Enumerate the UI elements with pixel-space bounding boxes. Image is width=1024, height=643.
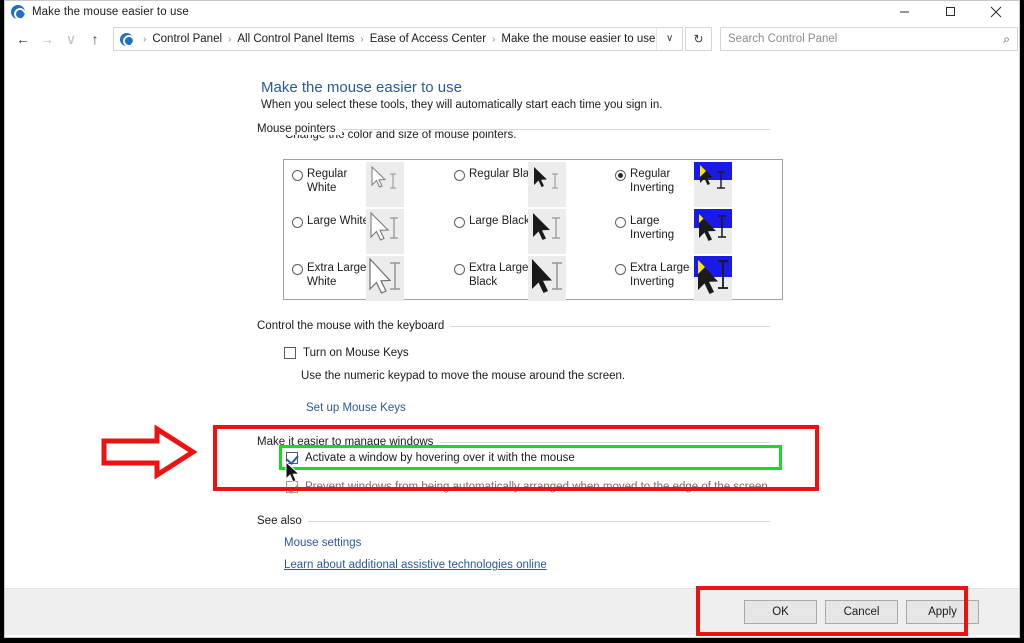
ok-button[interactable]: OK — [744, 600, 817, 624]
radio-large-black[interactable] — [454, 217, 465, 228]
search-placeholder: Search Control Panel — [728, 33, 838, 45]
pointer-preview-large-black — [528, 209, 566, 254]
radio-regular-white[interactable] — [292, 170, 303, 181]
radio-regular-black[interactable] — [454, 170, 465, 181]
pointer-preview-extra-large-black — [528, 256, 566, 301]
breadcrumb-separator: › — [360, 33, 364, 45]
breadcrumb-separator: › — [492, 33, 496, 45]
breadcrumb-item-current[interactable]: Make the mouse easier to use — [500, 33, 656, 45]
recent-locations-icon[interactable]: ∨ — [59, 26, 83, 52]
pointer-preview-extra-large-white — [366, 256, 404, 301]
mouse-pointer-options-panel: Regular White Large White Extra Large Wh… — [283, 159, 783, 301]
checkbox-turn-on-mouse-keys[interactable] — [284, 347, 296, 359]
content-area: Make the mouse easier to use When you se… — [5, 56, 1019, 588]
group-label-keyboard: Control the mouse with the keyboard — [257, 320, 451, 332]
window-title: Make the mouse easier to use — [32, 5, 189, 18]
mouse-keys-checkbox-row[interactable]: Turn on Mouse Keys — [284, 347, 409, 359]
pointer-preview-regular-black — [528, 162, 566, 207]
breadcrumb-separator: › — [143, 33, 147, 45]
radio-extra-large-white[interactable] — [292, 264, 303, 275]
breadcrumb[interactable]: › Control Panel › All Control Panel Item… — [113, 27, 683, 51]
breadcrumb-item-control-panel[interactable]: Control Panel — [151, 33, 223, 45]
cancel-button[interactable]: Cancel — [825, 600, 898, 624]
pointer-preview-large-inverting — [694, 209, 732, 254]
minimize-button[interactable] — [881, 1, 927, 22]
back-icon[interactable]: ← — [11, 26, 35, 52]
pointer-label: Large Inverting — [630, 215, 675, 241]
checkbox-activate-window-on-hover[interactable] — [286, 452, 298, 464]
chevron-down-icon[interactable]: ∨ — [656, 28, 682, 50]
pointer-preview-regular-inverting — [694, 162, 732, 207]
up-icon[interactable]: ↑ — [83, 26, 107, 52]
page-subtitle: When you select these tools, they will a… — [261, 99, 663, 111]
group-label-manage-windows: Make it easier to manage windows — [257, 436, 440, 448]
refresh-icon[interactable]: ↻ — [685, 27, 712, 51]
group-label-see-also: See also — [257, 515, 308, 527]
footer-button-row: OK Cancel Apply — [744, 600, 979, 624]
checkbox-prevent-auto-arrange[interactable] — [286, 481, 298, 493]
group-rule — [429, 442, 770, 443]
group-rule — [335, 129, 770, 130]
mouse-keys-hint: Use the numeric keypad to move the mouse… — [301, 370, 626, 382]
breadcrumb-root-icon — [120, 32, 133, 46]
checkbox-label: Prevent windows from being automatically… — [305, 481, 768, 493]
title-bar: Make the mouse easier to use — [5, 1, 1019, 22]
group-label-mouse-pointers: Mouse pointers — [257, 123, 342, 135]
dialog-footer: OK Cancel Apply — [5, 588, 1019, 635]
activate-window-checkbox-row[interactable]: Activate a window by hovering over it wi… — [286, 452, 575, 464]
page-title: Make the mouse easier to use — [261, 79, 462, 96]
forward-icon[interactable]: → — [35, 26, 59, 52]
link-assistive-technologies[interactable]: Learn about additional assistive technol… — [284, 559, 547, 571]
link-set-up-mouse-keys[interactable]: Set up Mouse Keys — [306, 402, 406, 414]
radio-large-inverting[interactable] — [615, 217, 626, 228]
pointer-preview-large-white — [366, 209, 404, 254]
pointer-label: Regular Inverting — [630, 168, 675, 194]
close-button[interactable] — [973, 1, 1019, 22]
pointer-label: Extra Large Inverting — [630, 262, 690, 288]
group-rule — [423, 326, 770, 327]
window-controls — [881, 1, 1019, 22]
checkbox-label: Activate a window by hovering over it wi… — [305, 452, 575, 464]
control-panel-icon — [11, 4, 25, 19]
breadcrumb-item-ease-of-access[interactable]: Ease of Access Center — [369, 33, 487, 45]
search-input[interactable]: Search Control Panel ⌕ — [720, 27, 1018, 51]
group-rule — [308, 521, 770, 522]
checkbox-label: Turn on Mouse Keys — [303, 347, 409, 359]
maximize-button[interactable] — [927, 1, 973, 22]
radio-extra-large-inverting[interactable] — [615, 264, 626, 275]
search-icon: ⌕ — [1003, 31, 1010, 46]
radio-large-white[interactable] — [292, 217, 303, 228]
prevent-arrange-checkbox-row[interactable]: Prevent windows from being automatically… — [286, 481, 768, 493]
radio-extra-large-black[interactable] — [454, 264, 465, 275]
address-bar: ← → ∨ ↑ › Control Panel › All Control Pa… — [5, 22, 1019, 56]
pointer-preview-extra-large-inverting — [694, 256, 732, 301]
pointer-preview-regular-white — [366, 162, 404, 207]
breadcrumb-item-all-items[interactable]: All Control Panel Items — [236, 33, 355, 45]
link-mouse-settings[interactable]: Mouse settings — [284, 537, 361, 549]
breadcrumb-separator: › — [228, 33, 232, 45]
red-arrow-annotation — [101, 424, 198, 484]
radio-regular-inverting[interactable] — [615, 170, 626, 181]
apply-button[interactable]: Apply — [906, 600, 979, 624]
control-panel-window: Make the mouse easier to use ← → ∨ ↑ › C… — [4, 0, 1020, 638]
